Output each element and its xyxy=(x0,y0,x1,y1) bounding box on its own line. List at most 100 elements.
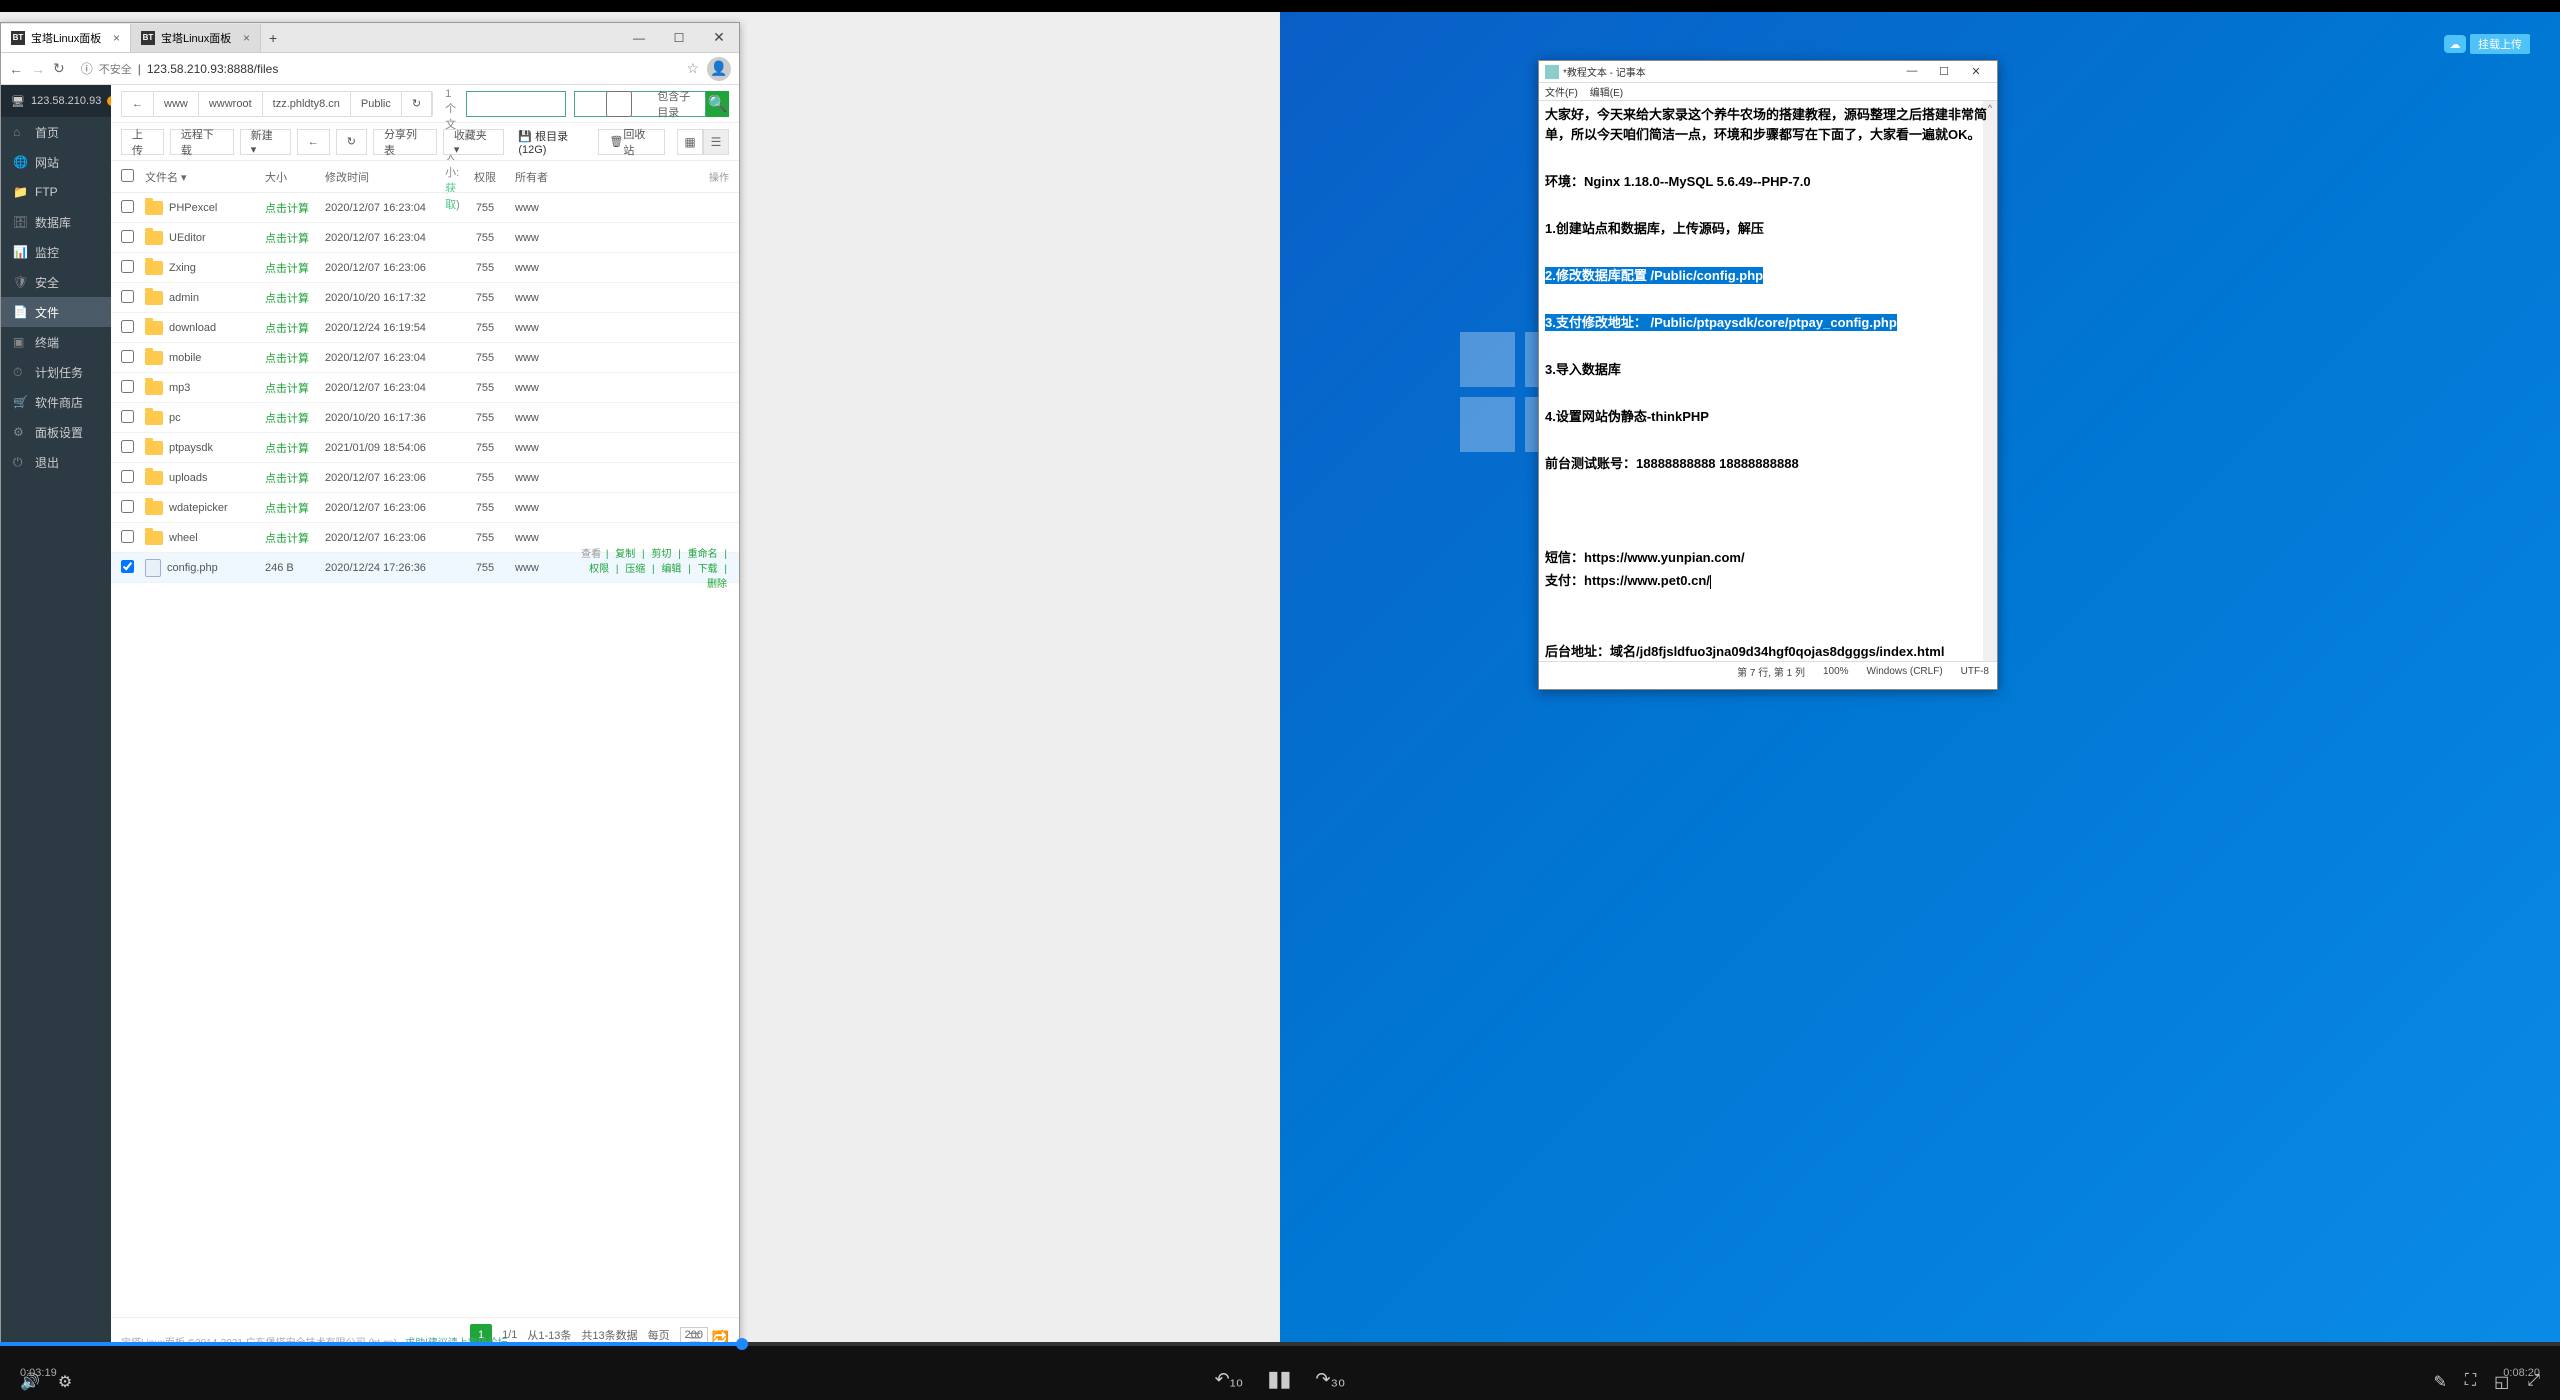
file-size[interactable]: 点击计算 xyxy=(265,380,325,396)
table-row[interactable]: download点击计算2020/12/24 16:19:54755www xyxy=(111,313,739,343)
sidebar-item-4[interactable]: 📊监控 xyxy=(1,237,111,267)
table-row[interactable]: mobile点击计算2020/12/07 16:23:04755www xyxy=(111,343,739,373)
volume-icon[interactable]: 🔊 xyxy=(20,1372,40,1392)
crumb-refresh-icon[interactable]: ↻ xyxy=(402,92,432,116)
pip-icon[interactable]: ◱ xyxy=(2494,1372,2509,1392)
file-perm[interactable]: 755 xyxy=(455,442,515,454)
crumb-item[interactable]: www xyxy=(154,92,199,116)
file-perm[interactable]: 755 xyxy=(455,352,515,364)
file-size[interactable]: 点击计算 xyxy=(265,350,325,366)
sidebar-item-9[interactable]: 🛒软件商店 xyxy=(1,387,111,417)
sidebar-item-10[interactable]: ⚙面板设置 xyxy=(1,417,111,447)
maximize-button[interactable]: ☐ xyxy=(659,23,699,53)
crumb-item[interactable]: tzz.phldty8.cn xyxy=(263,92,351,116)
file-perm[interactable]: 755 xyxy=(455,262,515,274)
new-button[interactable]: 新建 ▾ xyxy=(240,129,291,155)
row-checkbox[interactable] xyxy=(121,470,134,483)
sidebar-item-11[interactable]: ⏻退出 xyxy=(1,447,111,477)
file-perm[interactable]: 755 xyxy=(455,562,515,574)
table-row[interactable]: ptpaysdk点击计算2021/01/09 18:54:06755www xyxy=(111,433,739,463)
include-subdir-checkbox[interactable]: 包含子目录 xyxy=(574,91,706,117)
sidebar-item-7[interactable]: ▣终端 xyxy=(1,327,111,357)
sidebar-item-8[interactable]: ⏱计划任务 xyxy=(1,357,111,387)
col-mtime[interactable]: 修改时间 xyxy=(325,169,455,185)
table-row[interactable]: mp3点击计算2020/12/07 16:23:04755www xyxy=(111,373,739,403)
row-checkbox[interactable] xyxy=(121,530,134,543)
nav-reload-icon[interactable]: ↻ xyxy=(53,60,65,77)
sidebar-item-5[interactable]: 🛡安全 xyxy=(1,267,111,297)
file-size[interactable]: 点击计算 xyxy=(265,530,325,546)
col-size[interactable]: 大小 xyxy=(265,169,325,185)
col-perm[interactable]: 权限 xyxy=(455,169,515,185)
file-name[interactable]: config.php xyxy=(167,562,218,574)
row-checkbox[interactable] xyxy=(121,320,134,333)
file-perm[interactable]: 755 xyxy=(455,502,515,514)
new-tab-button[interactable]: + xyxy=(261,30,285,46)
search-button[interactable]: 🔍 xyxy=(706,91,729,117)
row-checkbox[interactable] xyxy=(121,230,134,243)
search-input[interactable] xyxy=(466,91,566,117)
row-checkbox[interactable] xyxy=(121,560,134,573)
file-name[interactable]: Zxing xyxy=(169,262,196,274)
file-name[interactable]: pc xyxy=(169,412,181,424)
file-name[interactable]: mp3 xyxy=(169,382,190,394)
file-size[interactable]: 点击计算 xyxy=(265,410,325,426)
upload-button[interactable]: 上传 xyxy=(121,129,164,155)
file-name[interactable]: ptpaysdk xyxy=(169,442,213,454)
menu-file[interactable]: 文件(F) xyxy=(1545,84,1578,99)
file-size[interactable]: 点击计算 xyxy=(265,230,325,246)
file-name[interactable]: download xyxy=(169,322,216,334)
row-checkbox[interactable] xyxy=(121,200,134,213)
close-icon[interactable]: × xyxy=(113,31,120,45)
close-button[interactable]: ✕ xyxy=(1961,65,1991,78)
notepad-content[interactable]: 大家好，今天来给大家录这个养牛农场的搭建教程，源码整理之后搭建非常简单，所以今天… xyxy=(1539,101,1997,661)
progress-bar[interactable] xyxy=(0,1342,2560,1346)
file-perm[interactable]: 755 xyxy=(455,292,515,304)
file-ops[interactable]: 查看 | 复制 | 剪切 | 重命名 | 权限 | 压缩 | 编辑 | 下载 |… xyxy=(575,545,729,590)
fullscreen-icon[interactable]: ⛶ xyxy=(2465,1372,2476,1392)
pencil-icon[interactable]: ✎ xyxy=(2433,1372,2446,1392)
table-row[interactable]: UEditor点击计算2020/12/07 16:23:04755www xyxy=(111,223,739,253)
crumb-item[interactable]: Public xyxy=(351,92,402,116)
row-checkbox[interactable] xyxy=(121,380,134,393)
notepad-titlebar[interactable]: *教程文本 - 记事本 — ☐ ✕ xyxy=(1539,61,1997,83)
file-size[interactable]: 点击计算 xyxy=(265,290,325,306)
file-name[interactable]: mobile xyxy=(169,352,201,364)
table-row[interactable]: PHPexcel点击计算2020/12/07 16:23:04755www xyxy=(111,193,739,223)
row-checkbox[interactable] xyxy=(121,500,134,513)
skip-fwd-icon[interactable]: ↷₃₀ xyxy=(1315,1369,1345,1390)
nav-back-icon[interactable]: ← xyxy=(9,61,23,77)
file-size[interactable]: 点击计算 xyxy=(265,320,325,336)
table-row[interactable]: uploads点击计算2020/12/07 16:23:06755www xyxy=(111,463,739,493)
table-row[interactable]: pc点击计算2020/10/20 16:17:36755www xyxy=(111,403,739,433)
file-name[interactable]: wdatepicker xyxy=(169,502,228,514)
file-name[interactable]: UEditor xyxy=(169,232,206,244)
file-perm[interactable]: 755 xyxy=(455,472,515,484)
crumb-home-icon[interactable]: ← xyxy=(122,92,154,116)
sidebar-item-6[interactable]: 📄文件 xyxy=(1,297,111,327)
profile-icon[interactable]: 👤 xyxy=(707,57,731,81)
file-name[interactable]: wheel xyxy=(169,532,198,544)
row-checkbox[interactable] xyxy=(121,410,134,423)
remote-download-button[interactable]: 远程下载 xyxy=(170,129,234,155)
table-row[interactable]: config.php246 B2020/12/24 17:26:36755www… xyxy=(111,553,739,583)
file-perm[interactable]: 755 xyxy=(455,232,515,244)
recycle-bin-button[interactable]: 🗑 回收站 xyxy=(598,129,665,155)
file-size[interactable]: 点击计算 xyxy=(265,500,325,516)
sidebar-item-1[interactable]: 🌐网站 xyxy=(1,147,111,177)
minimize-button[interactable]: — xyxy=(619,23,659,53)
upload-widget[interactable]: ☁ 挂载上传 xyxy=(2444,34,2530,54)
minimize-button[interactable]: — xyxy=(1897,65,1927,78)
sidebar-item-3[interactable]: 🗄数据库 xyxy=(1,207,111,237)
expand-icon[interactable]: ⤢ xyxy=(2527,1372,2540,1392)
sidebar-item-0[interactable]: ⌂首页 xyxy=(1,117,111,147)
row-checkbox[interactable] xyxy=(121,350,134,363)
col-owner[interactable]: 所有者 xyxy=(515,169,575,185)
browser-tab-1[interactable]: BT 宝塔Linux面板 × xyxy=(1,24,131,52)
select-all-checkbox[interactable] xyxy=(121,169,134,182)
menu-edit[interactable]: 编辑(E) xyxy=(1590,84,1623,99)
refresh-button[interactable]: ↻ xyxy=(336,129,367,155)
file-perm[interactable]: 755 xyxy=(455,382,515,394)
url-field[interactable]: ⓘ 不安全 | 123.58.210.93:8888/files xyxy=(73,57,679,81)
table-row[interactable]: Zxing点击计算2020/12/07 16:23:06755www xyxy=(111,253,739,283)
